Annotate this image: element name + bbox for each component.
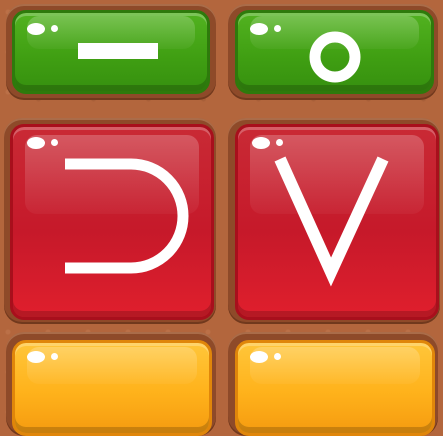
green-circle-tile[interactable] (235, 10, 434, 94)
tile-highlight (27, 351, 45, 363)
red-reversed-c-tile[interactable] (10, 124, 214, 320)
tile-highlight-dot (51, 353, 58, 360)
game-board (0, 0, 443, 436)
green-minus-tile[interactable] (12, 10, 210, 94)
orange-tile[interactable] (235, 340, 435, 436)
reversed-c-icon (65, 158, 189, 274)
tile-highlight-dot (274, 353, 281, 360)
tile-highlight (250, 351, 268, 363)
v-letter-icon (274, 156, 389, 287)
orange-tile[interactable] (12, 340, 212, 436)
minus-icon (78, 43, 158, 59)
circle-icon (309, 31, 361, 83)
red-v-tile[interactable] (235, 124, 439, 320)
